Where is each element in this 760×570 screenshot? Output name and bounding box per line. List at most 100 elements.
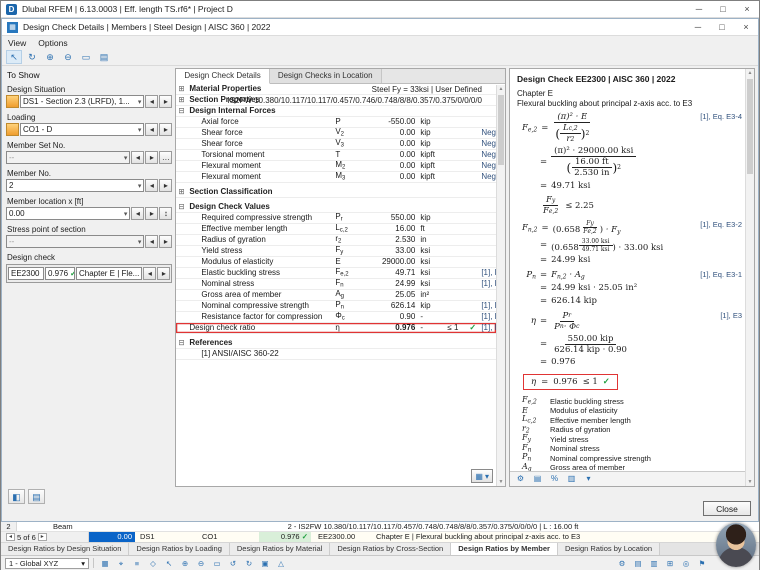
scroll-up-icon[interactable]: ▲ [746, 70, 754, 76]
formula-layout-icon[interactable]: ▤ [530, 473, 545, 485]
design-check-id-cell[interactable]: EE2300.00 [311, 532, 369, 542]
close-button[interactable]: Close [703, 501, 751, 516]
design-situation-select[interactable]: DS1 - Section 2.3 (LRFD), 1... ▾ [20, 95, 145, 108]
location-prev-button[interactable]: ◂ [131, 207, 145, 220]
table-row[interactable]: ⊟ References [176, 338, 496, 349]
design-situation-next-button[interactable]: ▸ [159, 95, 173, 108]
panel-toggle-icon[interactable]: ▤ [28, 489, 45, 504]
design-situation-cell[interactable]: DS1 [135, 532, 197, 542]
export-image-button[interactable]: ▦ ▾ [471, 469, 493, 483]
render-icon[interactable]: ▣ [258, 558, 272, 569]
loading-cell[interactable]: CO1 [197, 532, 259, 542]
stress-point-select[interactable]: -- ▾ [6, 235, 145, 248]
member-no-select[interactable]: 2 ▾ [6, 179, 145, 192]
printout-icon[interactable]: ▥ [647, 558, 661, 569]
loading-prev-button[interactable]: ◂ [145, 123, 159, 136]
stress-point-next-button[interactable]: ▸ [159, 235, 173, 248]
expand-collapse-icon[interactable]: ⊞ [178, 84, 189, 94]
undo-icon[interactable]: ↺ [226, 558, 240, 569]
snap-icon[interactable]: ⌖ [114, 558, 128, 569]
zoom-out-icon[interactable]: ⊖ [194, 558, 208, 569]
rotate-view-icon[interactable]: ↻ [24, 50, 40, 64]
loading-select[interactable]: CO1 - D ▾ [20, 123, 145, 136]
design-check-next-button[interactable]: ▸ [157, 267, 171, 280]
result-detail-row[interactable]: ◂ 5 of 6 ▸ 0.00 DS1 CO1 0.976 ✓ EE2300.0… [1, 532, 759, 543]
menu-item[interactable]: Options [38, 38, 67, 48]
settings-icon[interactable]: ⚙ [615, 558, 629, 569]
table-row[interactable]: Resistance factor for compression Φc 0.9… [176, 311, 496, 323]
location-x-cell[interactable]: 0.00 [89, 532, 135, 542]
select-pointer-icon[interactable]: ↖ [6, 50, 22, 64]
table-row[interactable]: Flexural moment M3 0.00 kipft Negligible [176, 171, 496, 183]
select-arrow-icon[interactable]: ↖ [162, 558, 176, 569]
menu-item[interactable]: View [8, 38, 26, 48]
design-situation-prev-button[interactable]: ◂ [145, 95, 159, 108]
table-row[interactable]: Design check ratio η 0.976 - ≤ 1 ✓ [1], … [176, 323, 496, 334]
table-row[interactable]: Yield stress Fy 33.00 ksi [176, 245, 496, 257]
design-check-id[interactable]: EE2300 [8, 267, 44, 280]
close-window-button[interactable]: × [735, 1, 759, 17]
design-check-description-cell[interactable]: Chapter E | Flexural buckling about prin… [369, 532, 759, 542]
minimize-button[interactable]: ─ [687, 1, 711, 17]
zoom-in-icon[interactable]: ⊕ [178, 558, 192, 569]
member-prev-button[interactable]: ◂ [145, 179, 159, 192]
zoom-window-icon[interactable]: ▭ [210, 558, 224, 569]
dialog-minimize-button[interactable]: ─ [686, 19, 710, 35]
expand-collapse-icon[interactable]: ⊞ [178, 95, 189, 105]
member-set-next-button[interactable]: ▸ [145, 151, 159, 164]
design-check-prev-button[interactable]: ◂ [143, 267, 157, 280]
guidelines-icon[interactable]: ≡ [130, 558, 144, 569]
formula-print-icon[interactable]: ▥ [564, 473, 579, 485]
table-row[interactable]: ⊞ Section Classification [176, 187, 496, 198]
grid-icon[interactable]: ▦ [98, 558, 112, 569]
location-step-button[interactable]: ↕ [159, 207, 173, 220]
table-row[interactable]: ⊞ Section Properties IS2FW 10.380/10.117… [176, 95, 496, 106]
result-tab[interactable]: Design Ratios by Design Situation [1, 543, 130, 555]
work-plane-icon[interactable]: ◇ [146, 558, 160, 569]
result-tab[interactable]: Design Ratios by Loading [129, 543, 230, 555]
coordinate-system-select[interactable]: 1 - Global XYZ ▾ [5, 557, 89, 569]
details-tab[interactable]: Design Check Details [176, 69, 270, 84]
expand-collapse-icon[interactable]: ⊟ [178, 338, 189, 348]
member-location-select[interactable]: 0.00 ▾ [6, 207, 131, 220]
scroll-down-icon[interactable]: ▼ [746, 479, 754, 485]
scrollbar-thumb[interactable] [498, 95, 504, 165]
zoom-in-icon[interactable]: ⊕ [42, 50, 58, 64]
zoom-window-icon[interactable]: ▭ [78, 50, 94, 64]
member-set-select[interactable]: -- ▾ [6, 151, 131, 164]
formula-more-icon[interactable]: ▾ [581, 473, 596, 485]
formula-vertical-scrollbar[interactable]: ▲ ▼ [745, 69, 754, 486]
table-row[interactable]: ⊞ Material Properties Steel Fy = 33ksi |… [176, 84, 496, 95]
flag-icon[interactable]: ⚑ [695, 558, 709, 569]
pager-prev-button[interactable]: ◂ [6, 533, 15, 541]
expand-collapse-icon[interactable]: ⊟ [178, 202, 189, 212]
formula-percent-icon[interactable]: % [547, 473, 562, 485]
scrollbar-thumb[interactable] [747, 79, 753, 174]
mesh-icon[interactable]: △ [274, 558, 288, 569]
table-row[interactable]: Shear force V3 0.00 kip Negligible [176, 138, 496, 150]
print-report-icon[interactable]: ▤ [96, 50, 112, 64]
maximize-button[interactable]: □ [711, 1, 735, 17]
location-next-button[interactable]: ▸ [145, 207, 159, 220]
table-row[interactable]: [1] ANSI/AISC 360-22 [176, 349, 496, 360]
loading-next-button[interactable]: ▸ [159, 123, 173, 136]
result-tab[interactable]: Design Ratios by Material [229, 543, 331, 555]
pager-next-button[interactable]: ▸ [37, 533, 47, 541]
expand-collapse-icon[interactable]: ⊟ [178, 106, 189, 116]
zoom-out-icon[interactable]: ⊖ [60, 50, 76, 64]
add-object-icon[interactable]: ⊞ [663, 558, 677, 569]
member-next-button[interactable]: ▸ [159, 179, 173, 192]
result-tab[interactable]: Design Ratios by Member [451, 543, 558, 555]
result-member-row[interactable]: 2 Beam 2 - IS2FW 10.380/10.117/10.117/0.… [1, 522, 759, 532]
display-properties-icon[interactable]: ◧ [8, 489, 25, 504]
result-tab[interactable]: Design Ratios by Location [557, 543, 661, 555]
member-set-prev-button[interactable]: ◂ [131, 151, 145, 164]
tables-icon[interactable]: ▤ [631, 558, 645, 569]
member-set-picker-button[interactable]: … [159, 151, 173, 164]
scroll-down-icon[interactable]: ▼ [497, 479, 505, 485]
user-avatar-photo[interactable] [716, 523, 756, 567]
result-tab[interactable]: Design Ratios by Cross-Section [330, 543, 452, 555]
redo-icon[interactable]: ↻ [242, 558, 256, 569]
dialog-close-button[interactable]: × [734, 19, 758, 35]
stress-point-prev-button[interactable]: ◂ [145, 235, 159, 248]
